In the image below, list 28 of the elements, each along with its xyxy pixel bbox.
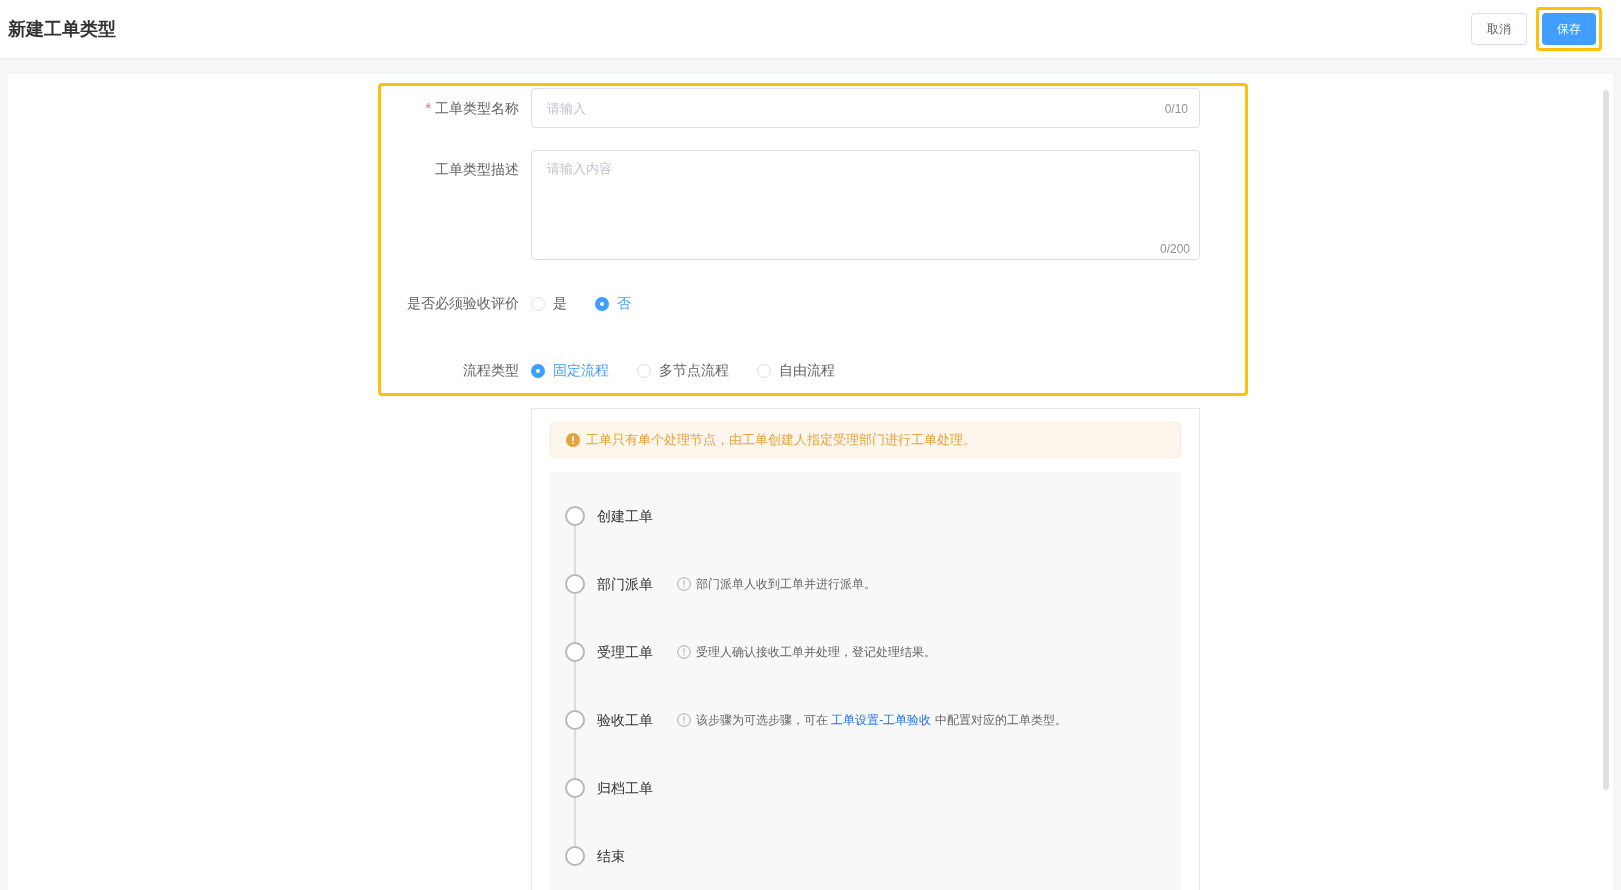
char-counter: 0/200 — [1159, 241, 1190, 258]
step-title: 验收工单 — [597, 710, 654, 730]
radio-option[interactable]: 自由流程 — [757, 360, 835, 381]
step-title: 创建工单 — [597, 506, 654, 526]
step-title: 归档工单 — [597, 778, 654, 798]
field-label: 流程类型 — [463, 361, 519, 380]
warning-icon — [566, 433, 580, 447]
info-icon — [677, 713, 691, 727]
required-mark: * — [425, 98, 431, 118]
step-title: 受理工单 — [597, 642, 654, 662]
radio-option[interactable]: 多节点流程 — [637, 360, 729, 381]
step-note: 该步骤为可选步骤，可在 工单设置-工单验收 中配置对应的工单类型。 — [696, 712, 1067, 729]
info-icon — [677, 577, 691, 591]
radio-option[interactable]: 是 — [531, 293, 567, 314]
field-label: 是否必须验收评价 — [407, 294, 519, 313]
cancel-button[interactable]: 取消 — [1471, 13, 1527, 45]
field-label: 工单类型名称 — [435, 98, 519, 118]
info-icon — [677, 645, 691, 659]
scrollbar-icon — [1603, 90, 1609, 790]
step-note: 受理人确认接收工单并处理，登记处理结果。 — [696, 644, 936, 661]
alert-text: 工单只有单个处理节点，由工单创建人指定受理部门进行工单处理。 — [586, 431, 976, 450]
step-title: 部门派单 — [597, 574, 654, 594]
char-counter: 0/10 — [1164, 101, 1188, 118]
step-note: 部门派单人收到工单并进行派单。 — [696, 576, 876, 593]
field-label: 工单类型描述 — [435, 160, 519, 179]
settings-link[interactable]: 工单设置-工单验收 — [831, 713, 932, 727]
step-title: 结束 — [597, 846, 626, 866]
page-title: 新建工单类型 — [8, 17, 116, 41]
